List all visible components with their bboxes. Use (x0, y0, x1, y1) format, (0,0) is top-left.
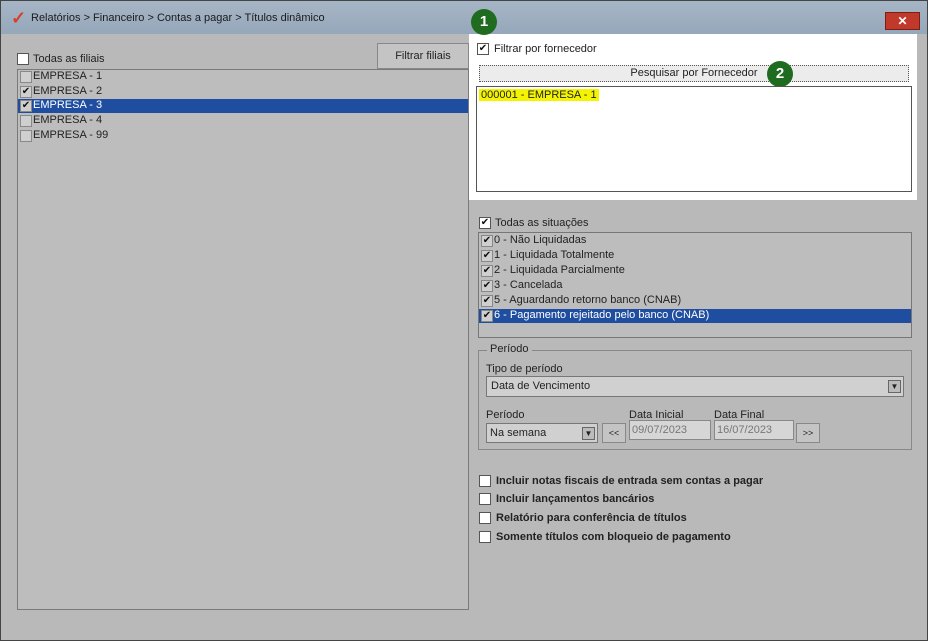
next-period-button[interactable]: >> (796, 423, 820, 443)
situacoes-list: ✔ 0 - Não Liquidadas ✔ 1 - Liquidada Tot… (478, 232, 912, 338)
filter-fornecedor-checkbox[interactable]: ✔ (477, 43, 489, 55)
situacao-checkbox[interactable]: ✔ (481, 280, 493, 292)
situacao-label: 3 - Cancelada (494, 279, 563, 291)
list-item[interactable]: ✔ 5 - Aguardando retorno banco (CNAB) (479, 294, 911, 308)
list-item[interactable]: ✔ 1 - Liquidada Totalmente (479, 249, 911, 263)
data-final-field[interactable]: 16/07/2023 (714, 420, 794, 440)
option-label-conferencia: Relatório para conferência de títulos (496, 512, 687, 524)
list-item[interactable]: EMPRESA - 1 (18, 70, 468, 84)
periodo-label: Período (486, 409, 525, 421)
filial-checkbox[interactable] (20, 71, 32, 83)
situacao-checkbox[interactable]: ✔ (481, 250, 493, 262)
periodo-select[interactable]: Na semana ▼ (486, 423, 598, 443)
option-checkbox-lancamentos[interactable] (479, 493, 491, 505)
periodo-group-title: Período (487, 343, 532, 355)
situacao-label: 5 - Aguardando retorno banco (CNAB) (494, 294, 682, 306)
list-item[interactable]: ✔ 3 - Cancelada (479, 279, 911, 293)
list-item[interactable]: ✔ 2 - Liquidada Parcialmente (479, 264, 911, 278)
filial-label: EMPRESA - 3 (33, 99, 103, 111)
situacao-label: 0 - Não Liquidadas (494, 234, 587, 246)
situacao-checkbox[interactable]: ✔ (481, 265, 493, 277)
option-label-notas: Incluir notas fiscais de entrada sem con… (496, 475, 764, 487)
list-item[interactable]: EMPRESA - 99 (18, 129, 468, 143)
filial-label: EMPRESA - 99 (33, 129, 109, 141)
close-button[interactable]: ✕ (885, 12, 920, 30)
previous-period-button[interactable]: << (602, 423, 626, 443)
filter-filiais-button[interactable]: Filtrar filiais (377, 43, 469, 69)
title-bar: ✓ Relatórios > Financeiro > Contas a pag… (1, 1, 927, 34)
list-item[interactable]: ✔ EMPRESA - 2 (18, 85, 468, 99)
list-item-selected[interactable]: ✔ 6 - Pagamento rejeitado pelo banco (CN… (479, 309, 911, 323)
filial-checkbox[interactable]: ✔ (20, 86, 32, 98)
all-situacoes-label: Todas as situações (495, 217, 589, 229)
situacao-checkbox[interactable]: ✔ (481, 295, 493, 307)
situacao-label: 6 - Pagamento rejeitado pelo banco (CNAB… (494, 309, 710, 321)
list-item-selected[interactable]: ✔ EMPRESA - 3 (18, 99, 468, 113)
situacao-label: 2 - Liquidada Parcialmente (494, 264, 625, 276)
filial-checkbox[interactable]: ✔ (20, 100, 32, 112)
filial-label: EMPRESA - 4 (33, 114, 103, 126)
all-filiais-label: Todas as filiais (33, 53, 105, 65)
fornecedor-item[interactable]: 000001 - EMPRESA - 1 (479, 89, 599, 101)
situacao-label: 1 - Liquidada Totalmente (494, 249, 615, 261)
chevron-down-icon[interactable]: ▼ (582, 427, 595, 440)
option-checkbox-notas[interactable] (479, 475, 491, 487)
step-marker-2: 2 (767, 61, 793, 87)
data-inicial-field[interactable]: 09/07/2023 (629, 420, 711, 440)
situacao-checkbox[interactable]: ✔ (481, 235, 493, 247)
chevron-down-icon[interactable]: ▼ (888, 380, 901, 393)
list-item[interactable]: EMPRESA - 4 (18, 114, 468, 128)
filter-fornecedor-label: Filtrar por fornecedor (494, 43, 597, 55)
filiais-list: EMPRESA - 1 ✔ EMPRESA - 2 ✔ EMPRESA - 3 … (17, 69, 469, 610)
all-filiais-checkbox[interactable] (17, 53, 29, 65)
situacao-checkbox[interactable]: ✔ (481, 310, 493, 322)
fornecedor-list: 000001 - EMPRESA - 1 (476, 86, 912, 192)
option-label-lancamentos: Incluir lançamentos bancários (496, 493, 655, 505)
filial-checkbox[interactable] (20, 130, 32, 142)
option-label-bloqueio: Somente títulos com bloqueio de pagament… (496, 531, 731, 543)
window-title: Relatórios > Financeiro > Contas a pagar… (31, 12, 325, 24)
tipo-periodo-select[interactable]: Data de Vencimento ▼ (486, 376, 904, 397)
periodo-value: Na semana (490, 427, 547, 439)
filial-label: EMPRESA - 1 (33, 70, 103, 82)
tipo-periodo-value: Data de Vencimento (491, 380, 591, 392)
all-situacoes-checkbox[interactable]: ✔ (479, 217, 491, 229)
filial-checkbox[interactable] (20, 115, 32, 127)
option-checkbox-bloqueio[interactable] (479, 531, 491, 543)
report-window: ✓ Relatórios > Financeiro > Contas a pag… (0, 0, 928, 641)
app-check-icon: ✓ (11, 8, 27, 28)
search-fornecedor-button[interactable]: Pesquisar por Fornecedor (479, 65, 909, 82)
tipo-periodo-label: Tipo de período (486, 363, 563, 375)
step-marker-1: 1 (471, 9, 497, 35)
list-item[interactable]: ✔ 0 - Não Liquidadas (479, 234, 911, 248)
filial-label: EMPRESA - 2 (33, 85, 103, 97)
option-checkbox-conferencia[interactable] (479, 512, 491, 524)
